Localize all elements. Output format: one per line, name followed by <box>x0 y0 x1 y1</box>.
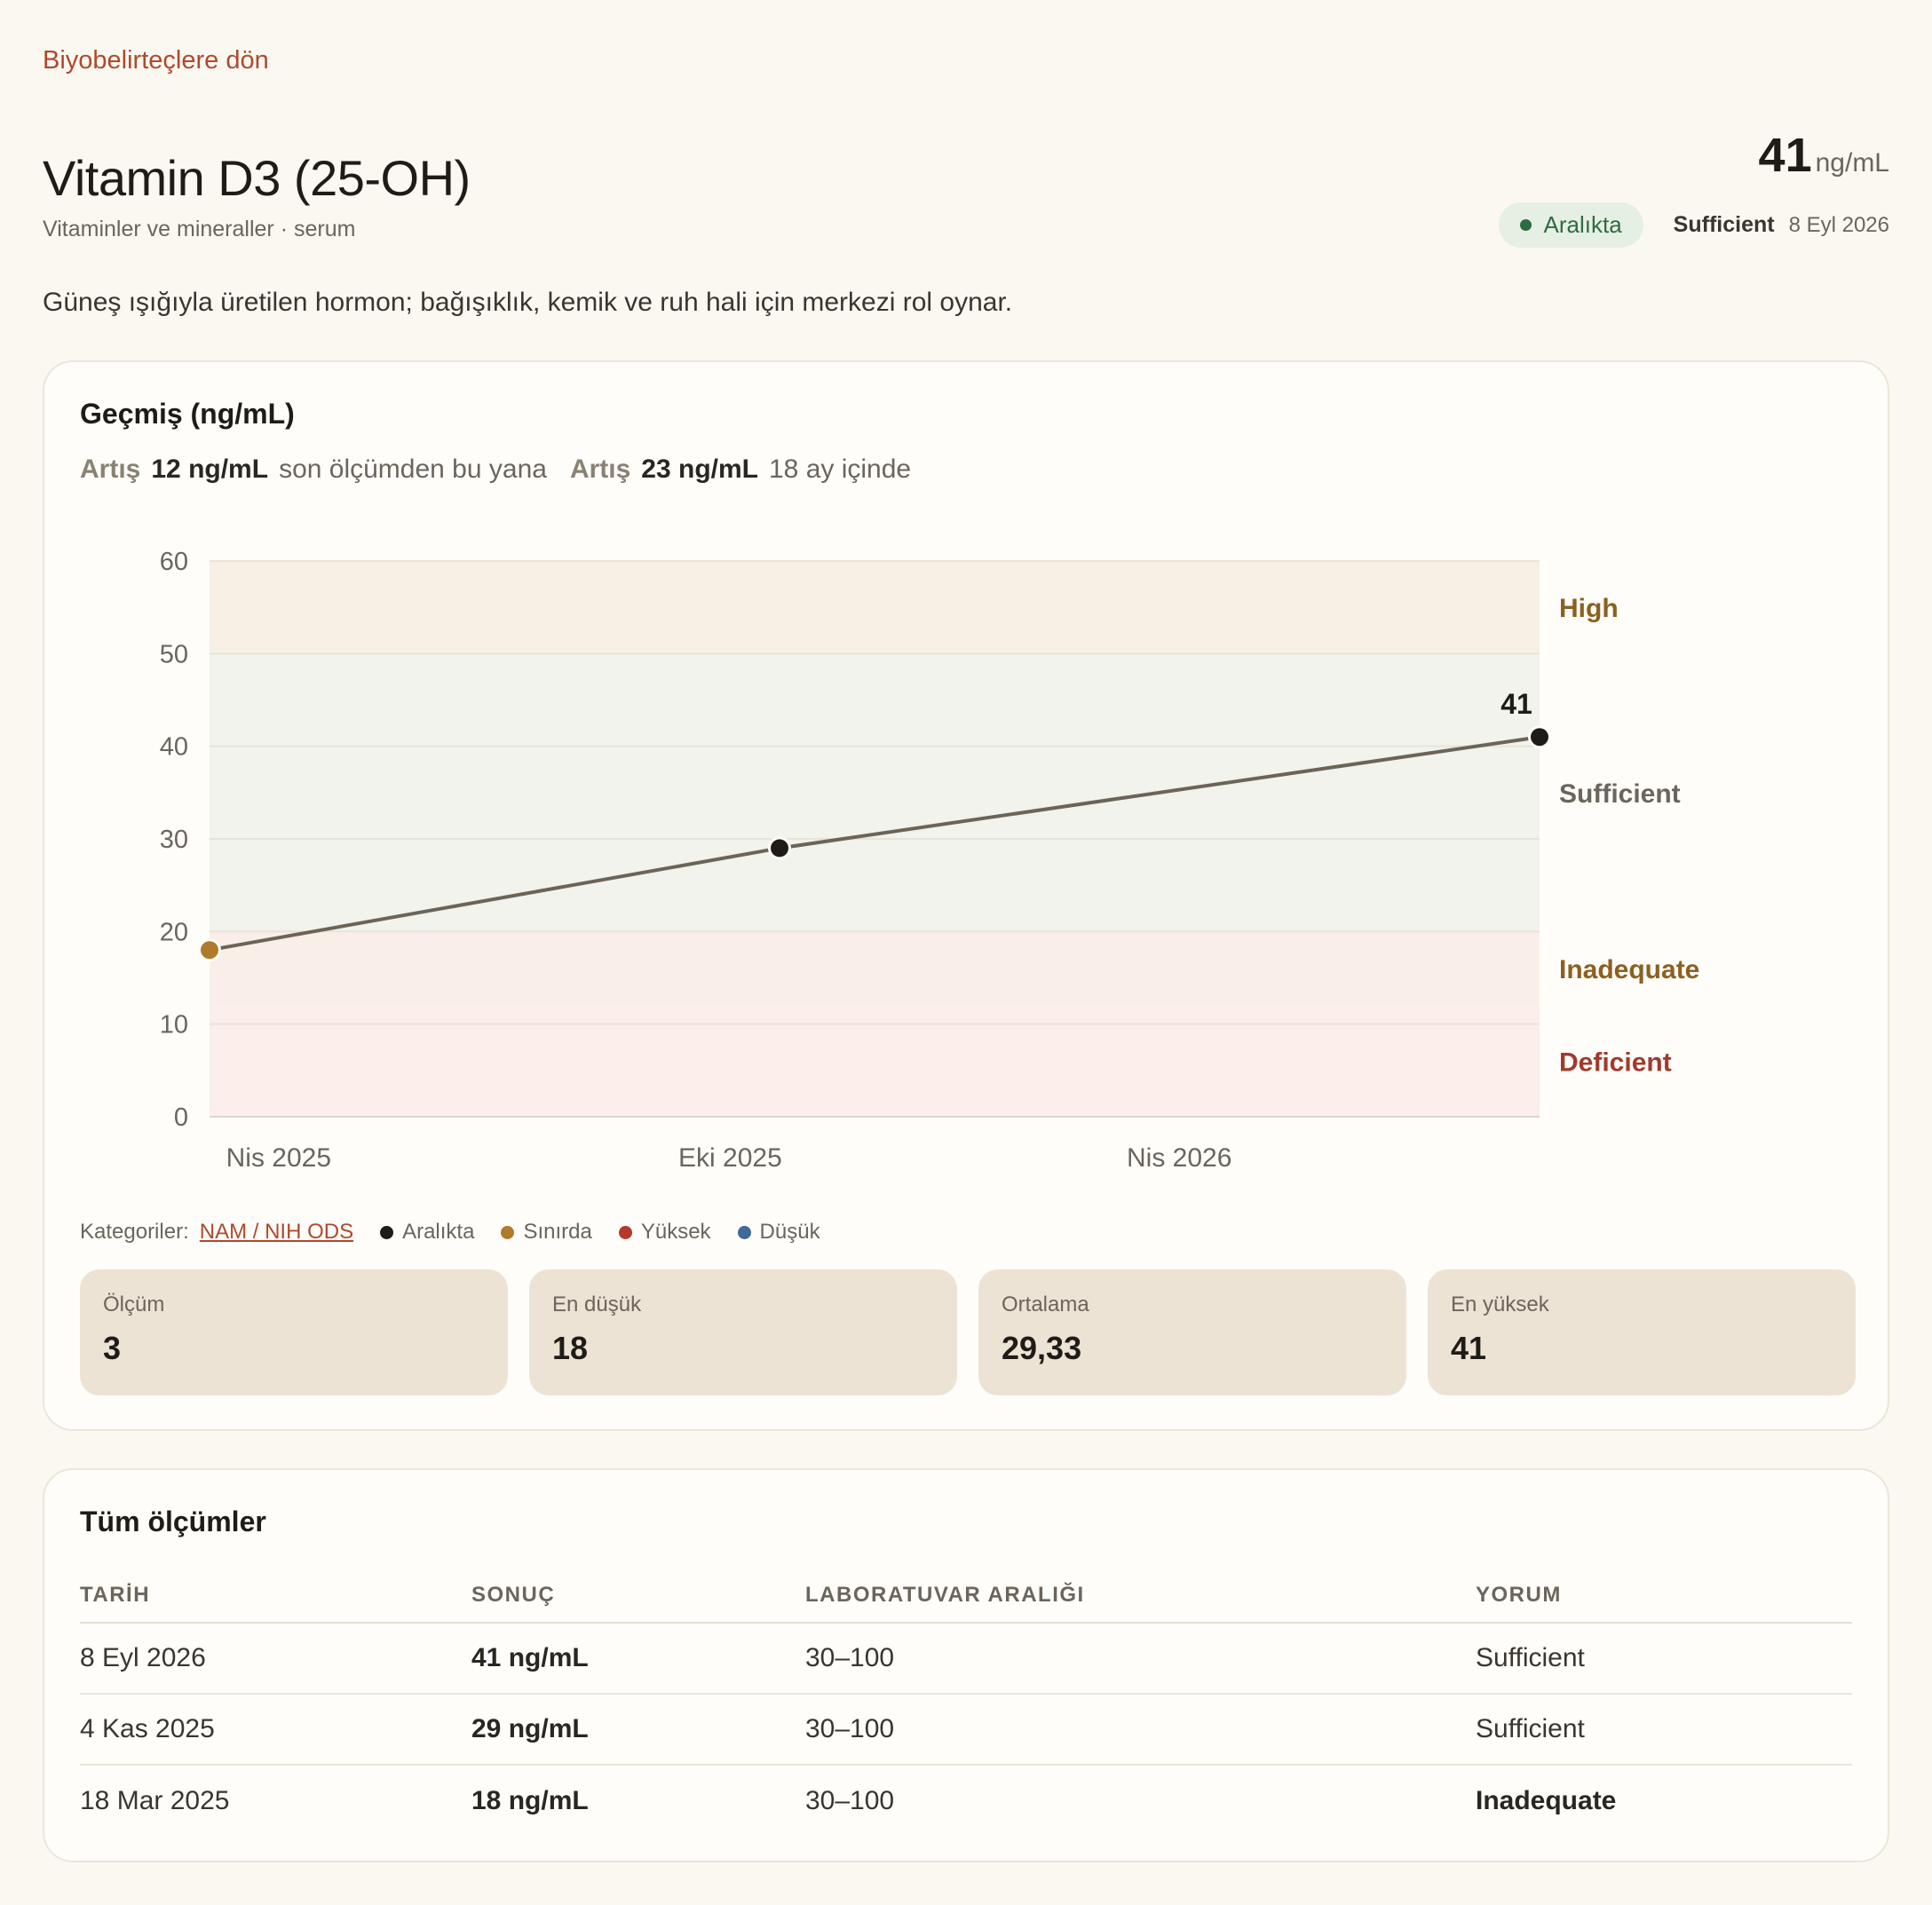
trend-suffix: 18 ay içinde <box>769 455 912 484</box>
column-header-date[interactable]: TARİH <box>80 1568 471 1624</box>
x-tick-label: Nis 2026 <box>1127 1143 1231 1173</box>
biomarker-description: Güneş ışığıyla üretilen hormon; bağışıkl… <box>43 288 1013 317</box>
trend-period: Artış 23 ng/mL 18 ay içinde <box>570 455 911 485</box>
legend-dot-icon <box>380 1225 394 1239</box>
page-title: Vitamin D3 (25-OH) <box>43 150 471 206</box>
history-chart: Deficient Inadequate Sufficient High 0 10 20 30… <box>160 548 1700 1173</box>
status-row: Aralıkta Sufficient 8 Eyl 2026 <box>1498 202 1889 248</box>
table-row[interactable]: 4 Kas 2025 29 ng/mL 30–100 Sufficient <box>80 1694 1852 1766</box>
status-label: Sufficient <box>1673 212 1775 237</box>
measurements-title: Tüm ölçümler <box>80 1506 266 1537</box>
table-row[interactable]: 18 Mar 2025 18 ng/mL 30–100 Inadequate <box>80 1765 1852 1836</box>
column-header-result[interactable]: SONUÇ <box>471 1568 805 1624</box>
stat-value: 41 <box>1451 1330 1487 1366</box>
data-label: 41 <box>1500 688 1532 720</box>
history-title: Geçmiş (ng/mL) <box>80 398 295 430</box>
cell-range: 30–100 <box>805 1785 895 1815</box>
legend-dot-icon <box>737 1225 751 1239</box>
trend-suffix: son ölçümden bu yana <box>279 455 547 484</box>
cell-result: 41 ng/mL <box>471 1623 805 1695</box>
trend-summary: Artış 12 ng/mL son ölçümden bu yana Artı… <box>80 455 911 485</box>
stat-label: En düşük <box>552 1292 642 1316</box>
current-value-unit: ng/mL <box>1815 148 1889 178</box>
cell-range: 30–100 <box>805 1694 1476 1766</box>
y-tick-label: 50 <box>160 640 188 668</box>
current-value-number: 41 <box>1758 129 1812 182</box>
stat-label: Ortalama <box>1002 1292 1089 1316</box>
cell-date: 4 Kas 2025 <box>80 1694 471 1766</box>
table-row[interactable]: 8 Eyl 2026 41 ng/mL 30–100 Sufficient <box>80 1623 1852 1695</box>
band-label-deficient: Deficient <box>1559 1047 1672 1077</box>
cell-interpretation: Inadequate <box>1476 1785 1617 1815</box>
column-header-range[interactable]: LABORATUVAR ARALIĞI <box>805 1568 1476 1624</box>
band-label-high: High <box>1559 594 1619 623</box>
legend-item-in-range: Aralıkta <box>380 1220 474 1245</box>
legend-source-link[interactable]: NAM / NIH ODS <box>200 1220 353 1245</box>
stat-value: 29,33 <box>1002 1330 1082 1366</box>
y-tick-label: 40 <box>160 733 188 762</box>
trend-keyword: Artış <box>80 455 141 484</box>
measurements-card: Tüm ölçümler TARİH SONUÇ LABORATUVAR ARA… <box>43 1468 1889 1862</box>
stats-row: Ölçüm 3 En düşük 18 Ortalama 29,33 En yü… <box>80 1269 1856 1395</box>
data-point <box>201 941 218 960</box>
stat-count: Ölçüm 3 <box>80 1269 508 1395</box>
band-label-inadequate: Inadequate <box>1559 955 1699 984</box>
legend-item-borderline: Sınırda <box>501 1220 592 1245</box>
column-header-interpretation[interactable]: YORUM <box>1476 1568 1852 1624</box>
legend-item-low: Düşük <box>737 1220 820 1245</box>
trend-keyword: Artış <box>569 455 631 484</box>
band-deficient <box>210 1005 1540 1117</box>
page-subtitle: Vitaminler ve mineraller · serum <box>43 217 356 241</box>
y-tick-label: 20 <box>160 918 188 946</box>
x-tick-label: Nis 2025 <box>226 1143 331 1173</box>
y-tick-label: 0 <box>174 1103 188 1132</box>
table-header-row: TARİH SONUÇ LABORATUVAR ARALIĞI YORUM <box>80 1568 1852 1624</box>
status-badge-label: Aralıkta <box>1543 211 1622 238</box>
back-link[interactable]: Biyobelirteçlere dön <box>43 46 269 75</box>
legend-item-high: Yüksek <box>618 1220 711 1245</box>
stat-value: 3 <box>103 1330 122 1366</box>
stat-label: Ölçüm <box>103 1292 165 1316</box>
status-date: 8 Eyl 2026 <box>1788 212 1889 237</box>
stat-max: En yüksek 41 <box>1428 1269 1856 1395</box>
cell-date: 18 Mar 2025 <box>80 1785 230 1815</box>
history-card: Geçmiş (ng/mL) Artış 12 ng/mL son ölçümd… <box>43 360 1889 1431</box>
cell-range: 30–100 <box>805 1623 1476 1695</box>
legend-dot-icon <box>501 1225 515 1239</box>
cell-interpretation: Sufficient <box>1476 1623 1852 1695</box>
trend-amount: 12 ng/mL <box>151 455 269 484</box>
x-tick-label: Eki 2025 <box>678 1143 782 1173</box>
trend-since-last: Artış 12 ng/mL son ölçümden bu yana <box>80 455 547 485</box>
stat-average: Ortalama 29,33 <box>978 1269 1406 1395</box>
cell-result: 29 ng/mL <box>471 1694 805 1766</box>
chart-legend: Kategoriler: NAM / NIH ODS Aralıkta Sını… <box>80 1220 820 1245</box>
y-tick-label: 60 <box>160 548 188 576</box>
y-tick-label: 30 <box>160 826 188 854</box>
y-tick-label: 10 <box>160 1011 188 1039</box>
current-value: 41 ng/mL <box>1759 128 1889 183</box>
legend-prefix: Kategoriler: <box>80 1220 189 1244</box>
cell-result: 18 ng/mL <box>471 1785 589 1815</box>
legend-dot-icon <box>618 1225 632 1239</box>
cell-date: 8 Eyl 2026 <box>80 1623 471 1695</box>
data-point <box>1531 728 1548 747</box>
stat-value: 18 <box>552 1330 589 1366</box>
data-point <box>771 839 788 858</box>
status-dot-icon <box>1519 219 1532 231</box>
trend-amount: 23 ng/mL <box>641 455 758 484</box>
stat-label: En yüksek <box>1451 1292 1549 1316</box>
band-label-sufficient: Sufficient <box>1559 779 1681 809</box>
band-sufficient <box>210 653 1540 932</box>
measurements-table: TARİH SONUÇ LABORATUVAR ARALIĞI YORUM 8 … <box>80 1568 1852 1836</box>
band-high <box>210 561 1540 654</box>
status-badge: Aralıkta <box>1498 202 1643 248</box>
band-inadequate <box>210 931 1540 1006</box>
cell-interpretation: Sufficient <box>1476 1694 1852 1766</box>
stat-min: En düşük 18 <box>529 1269 957 1395</box>
